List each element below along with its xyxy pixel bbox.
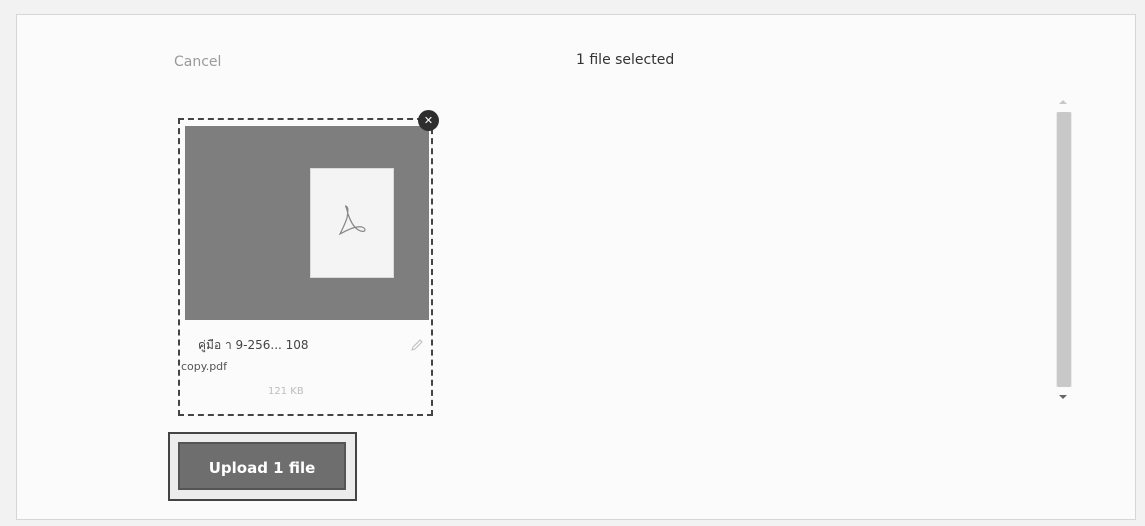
file-name: คู่มือ า 9-256... 108 <box>198 338 309 352</box>
pdf-icon <box>338 205 366 236</box>
scroll-up-arrow[interactable] <box>1059 100 1067 104</box>
close-icon: ✕ <box>423 114 434 127</box>
file-thumbnail <box>185 126 429 320</box>
scroll-down-arrow[interactable] <box>1059 395 1067 399</box>
remove-file-button[interactable]: ✕ <box>418 110 439 131</box>
file-size: 121 KB <box>268 386 304 397</box>
pdf-page-preview <box>310 168 394 278</box>
file-name-extension: copy.pdf <box>181 360 228 373</box>
cancel-button[interactable]: Cancel <box>174 54 221 70</box>
upload-button-focus-ring: Upload 1 file <box>168 432 357 501</box>
pencil-icon <box>411 339 423 351</box>
scrollbar-thumb[interactable] <box>1057 112 1071 387</box>
upload-button[interactable]: Upload 1 file <box>178 442 346 490</box>
dialog-title: 1 file selected <box>576 52 675 68</box>
rename-file-button[interactable] <box>410 337 424 351</box>
